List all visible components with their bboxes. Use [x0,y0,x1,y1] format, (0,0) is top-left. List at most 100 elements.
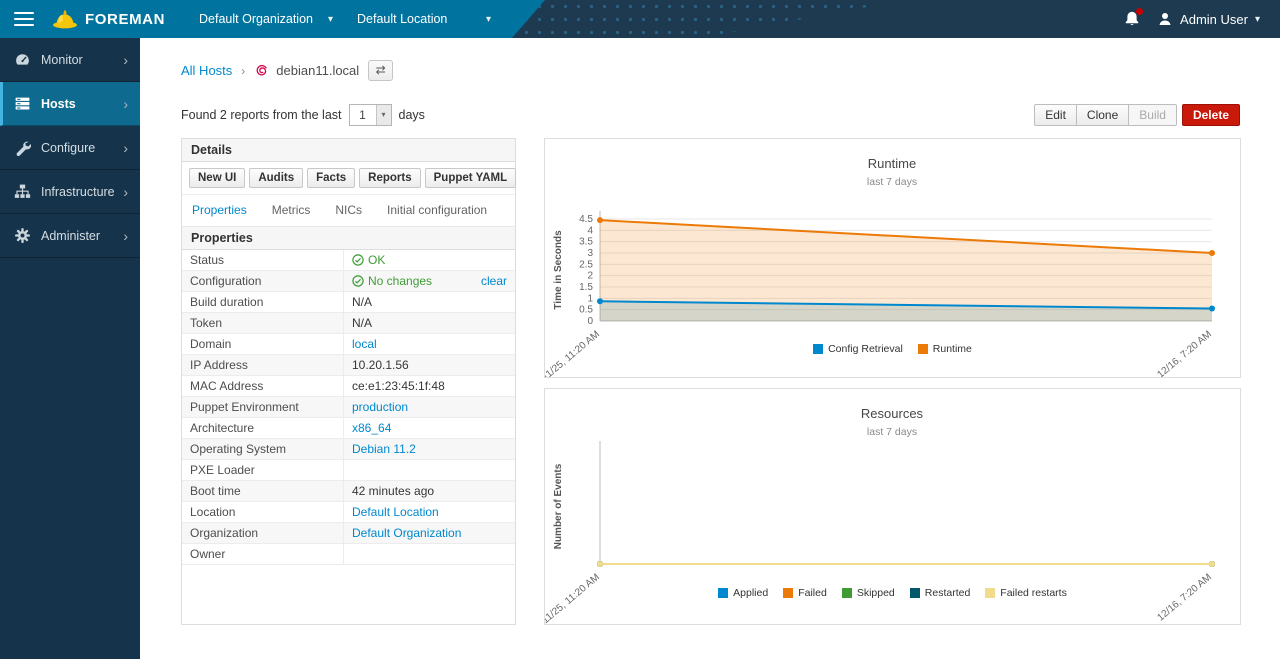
tab-initial-configuration[interactable]: Initial configuration [387,203,487,217]
legend-label: Skipped [857,587,895,599]
legend-item[interactable]: Skipped [842,587,895,599]
property-label: Domain [182,334,344,354]
notifications-button[interactable] [1123,10,1141,28]
sidebar-item-label: Infrastructure [41,185,123,199]
hamburger-menu-icon[interactable] [14,8,34,30]
legend-item[interactable]: Applied [718,587,768,599]
chevron-right-icon: › [123,96,128,112]
chart-title: Runtime [868,156,916,171]
build-button[interactable]: Build [1128,104,1177,126]
legend-item[interactable]: Restarted [910,587,971,599]
property-row: StatusOK [182,250,515,271]
sitemap-icon [14,183,31,200]
legend-label: Restarted [925,587,971,599]
property-label: Owner [182,544,344,564]
property-value-link[interactable]: Default Location [352,505,439,519]
property-value-link[interactable]: x86_64 [352,421,391,435]
property-label: Operating System [182,439,344,459]
sidebar-item-monitor[interactable]: Monitor › [0,38,140,82]
sidebar-item-administer[interactable]: Administer › [0,214,140,258]
clear-link[interactable]: clear [481,274,507,288]
details-panel: Details New UI Audits Facts Reports Pupp… [181,138,516,625]
property-label: IP Address [182,355,344,375]
property-row: MAC Addressce:e1:23:45:1f:48 [182,376,515,397]
breadcrumb-current-host: debian11.local [276,63,359,78]
breadcrumb-all-hosts-link[interactable]: All Hosts [181,63,232,78]
legend-swatch [783,588,793,598]
host-switcher-button[interactable]: ⇄ [368,60,393,81]
property-value: production [344,397,515,417]
property-value: No changesclear [344,271,515,291]
property-row: Architecturex86_64 [182,418,515,439]
property-value-link[interactable]: local [352,337,377,351]
property-row: Domain local [182,334,515,355]
property-label: MAC Address [182,376,344,396]
user-menu[interactable]: Admin User ▾ [1157,11,1260,27]
facts-button[interactable]: Facts [307,168,355,188]
details-buttons-row: New UI Audits Facts Reports Puppet YAML [182,162,515,195]
legend-item[interactable]: Failed restarts [985,587,1067,599]
property-value: local [344,334,515,354]
new-ui-button[interactable]: New UI [189,168,245,188]
property-row: PXE Loader [182,460,515,481]
foreman-logo[interactable]: FOREMAN [52,9,165,30]
property-value: 10.20.1.56 [344,355,515,375]
property-row: IP Address10.20.1.56 [182,355,515,376]
tab-nics[interactable]: NICs [335,203,362,217]
svg-text:Time in Seconds: Time in Seconds [553,230,564,310]
resources-chart-legend: Applied Failed Skipped Restarted Failed rest… [545,587,1240,599]
days-select[interactable]: 1 ▾ [349,104,392,126]
location-label: Default Location [357,12,447,26]
host-action-buttons: Edit Clone Build Delete [1034,104,1240,126]
sidebar-item-label: Hosts [41,97,123,111]
svg-text:3: 3 [587,248,593,259]
chevron-down-icon: ▾ [486,14,491,25]
svg-text:2: 2 [587,271,593,282]
property-value: OK [344,250,515,270]
audits-button[interactable]: Audits [249,168,303,188]
property-row: ConfigurationNo changesclear [182,271,515,292]
tab-metrics[interactable]: Metrics [272,203,311,217]
svg-text:0: 0 [587,316,593,327]
property-label: Token [182,313,344,333]
property-row: Owner [182,544,515,565]
properties-section-title: Properties [182,227,515,250]
property-value-link[interactable]: production [352,400,408,414]
edit-button[interactable]: Edit [1034,104,1077,126]
legend-item[interactable]: Runtime [918,343,972,355]
legend-item[interactable]: Failed [783,587,827,599]
legend-swatch [918,344,928,354]
main-content: All Hosts › debian11.local ⇄ Found 2 rep… [140,38,1280,659]
sidebar-item-hosts[interactable]: Hosts › [0,82,140,126]
sidebar-item-configure[interactable]: Configure › [0,126,140,170]
property-value-link[interactable]: Debian 11.2 [352,442,416,456]
delete-button[interactable]: Delete [1182,104,1240,126]
location-dropdown[interactable]: Default Location ▾ [345,0,503,38]
reports-button[interactable]: Reports [359,168,420,188]
runtime-chart: Runtime last 7 days 00.511.522.533.544.5… [545,139,1240,377]
property-value [344,460,515,480]
sidebar-item-label: Configure [41,141,123,155]
organization-label: Default Organization [199,12,313,26]
sidebar-item-infrastructure[interactable]: Infrastructure › [0,170,140,214]
debian-logo-icon [254,63,269,78]
legend-label: Applied [733,587,768,599]
runtime-chart-legend: Config Retrieval Runtime [545,343,1240,355]
puppet-yaml-button[interactable]: Puppet YAML [425,168,516,188]
charts-column: Runtime last 7 days 00.511.522.533.544.5… [544,138,1241,625]
property-label: Status [182,250,344,270]
properties-table: StatusOKConfigurationNo changesclearBuil… [182,250,515,565]
property-value-link[interactable]: Default Organization [352,526,461,540]
tab-properties[interactable]: Properties [192,203,247,217]
property-value: x86_64 [344,418,515,438]
legend-item[interactable]: Config Retrieval [813,343,903,355]
organization-dropdown[interactable]: Default Organization ▾ [187,0,345,38]
clone-button[interactable]: Clone [1076,104,1129,126]
chart-title: Resources [861,406,924,421]
legend-label: Config Retrieval [828,343,903,355]
property-value [344,544,515,564]
sidebar-item-label: Administer [41,229,123,243]
property-value: Debian 11.2 [344,439,515,459]
chevron-down-icon: ▾ [1255,14,1260,25]
runtime-chart-panel: Runtime last 7 days 00.511.522.533.544.5… [544,138,1241,378]
